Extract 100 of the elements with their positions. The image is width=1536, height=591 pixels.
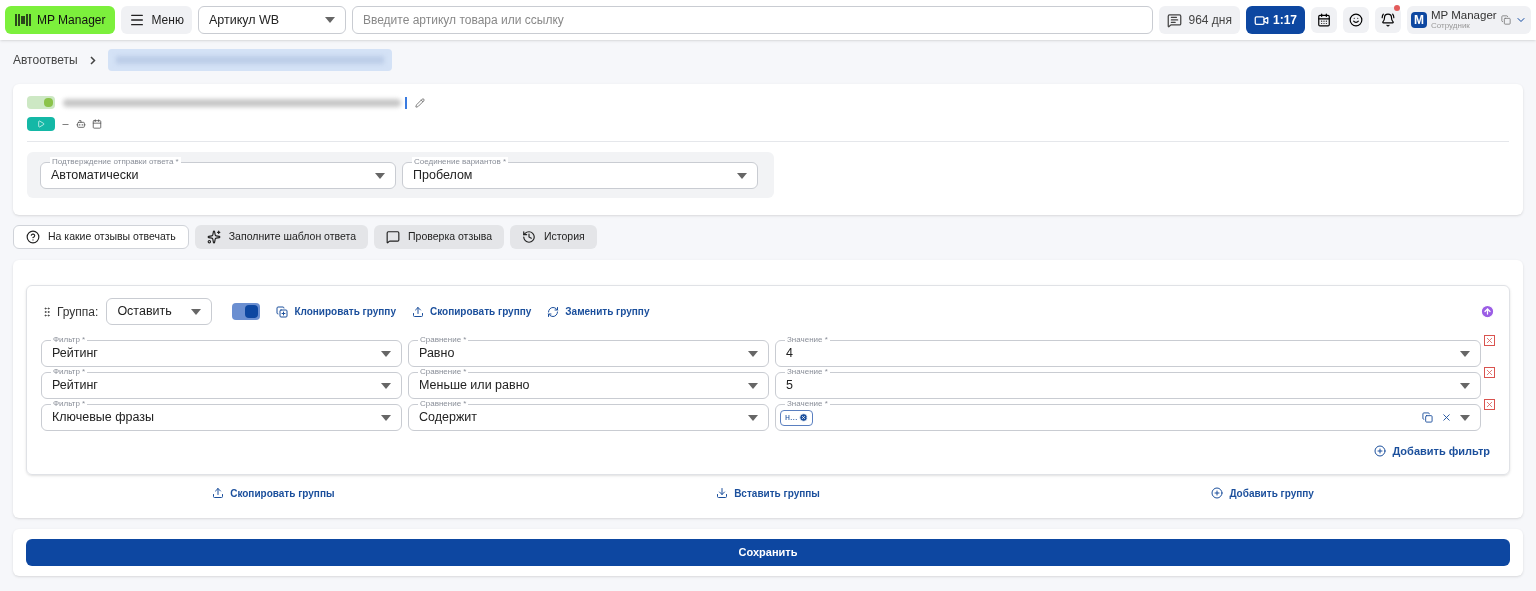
tab[interactable]: Проверка отзыва bbox=[374, 225, 505, 249]
group-action-button[interactable]: Вставить группы bbox=[716, 485, 820, 501]
field-value: Содержит bbox=[419, 409, 478, 427]
field-label: Подтверждение отправки ответа * bbox=[50, 157, 181, 166]
download-icon bbox=[716, 487, 729, 499]
caret-icon bbox=[191, 308, 202, 315]
emoji-button[interactable] bbox=[1343, 7, 1369, 33]
select-field[interactable]: Оставить bbox=[106, 298, 213, 325]
toggle-switch[interactable] bbox=[27, 96, 55, 109]
comment-icon bbox=[386, 230, 400, 244]
user-avatar: M bbox=[1411, 12, 1427, 28]
field-label: Сравнение * bbox=[418, 399, 469, 408]
close-icon bbox=[1485, 368, 1494, 377]
group-action-button[interactable]: Скопировать группу bbox=[411, 304, 532, 319]
copy-icon[interactable] bbox=[1422, 412, 1433, 423]
field-value: 4 bbox=[786, 345, 794, 363]
caret-icon bbox=[748, 350, 758, 357]
caret-icon bbox=[748, 382, 758, 389]
drag-handle-icon[interactable] bbox=[41, 305, 53, 318]
search-field[interactable]: Введите артикул товара или ссылку bbox=[351, 6, 1154, 34]
field-value: Автоматически bbox=[51, 167, 140, 185]
tab[interactable]: Заполните шаблон ответа bbox=[194, 225, 368, 249]
user-name: MP Manager bbox=[1431, 10, 1497, 22]
comment-icon bbox=[1167, 12, 1183, 28]
smiley-icon bbox=[1349, 13, 1363, 27]
logo-button[interactable]: MP Manager bbox=[5, 6, 116, 34]
scroll-up-icon[interactable] bbox=[1480, 304, 1495, 319]
field-label: Значение * bbox=[785, 335, 830, 344]
upload-icon bbox=[212, 487, 225, 499]
caret-icon bbox=[1460, 382, 1470, 389]
field-value: Равно bbox=[419, 345, 456, 363]
clone-icon bbox=[276, 305, 289, 318]
select-field[interactable]: Артикул WB bbox=[197, 6, 346, 34]
field-label: Значение * bbox=[785, 399, 830, 408]
robot-icon bbox=[76, 119, 86, 129]
delete-filter-button[interactable] bbox=[1484, 335, 1495, 346]
calendar-icon bbox=[92, 119, 102, 129]
delete-filter-button[interactable] bbox=[1484, 367, 1495, 378]
copy-icon bbox=[1500, 15, 1511, 25]
field-value: Оставить bbox=[117, 303, 173, 321]
remove-chip-icon[interactable] bbox=[799, 413, 809, 422]
calendar-button[interactable] bbox=[1311, 7, 1337, 33]
close-icon bbox=[1485, 400, 1494, 409]
question-icon bbox=[26, 230, 40, 244]
group-action-button[interactable]: Клонировать группу bbox=[276, 304, 396, 319]
caret-icon bbox=[1460, 350, 1470, 357]
field-label: Фильтр * bbox=[51, 399, 88, 408]
caret-icon bbox=[381, 414, 391, 421]
field-value: Рейтинг bbox=[52, 345, 99, 363]
caret-icon bbox=[1460, 414, 1470, 421]
chevron-right-icon bbox=[89, 55, 96, 65]
barcode-icon bbox=[15, 13, 31, 27]
delete-filter-button[interactable] bbox=[1484, 399, 1495, 410]
breadcrumb-link[interactable]: Автоответы bbox=[13, 51, 78, 69]
sync-icon bbox=[547, 305, 560, 318]
field-value: Пробелом bbox=[413, 167, 474, 185]
field-label: Сравнение * bbox=[418, 367, 469, 376]
group-action-button[interactable]: Добавить группу bbox=[1211, 485, 1314, 501]
field-value: Меньше или равно bbox=[419, 377, 531, 395]
menu-icon bbox=[129, 12, 146, 28]
clear-icon[interactable] bbox=[1441, 412, 1452, 423]
search-input[interactable]: Введите артикул товара или ссылку bbox=[362, 11, 1143, 29]
field-value: Рейтинг bbox=[52, 377, 99, 395]
pencil-icon bbox=[415, 97, 425, 108]
user-role: Сотрудник bbox=[1431, 21, 1470, 30]
upload-icon bbox=[411, 305, 424, 318]
caret-icon bbox=[381, 382, 391, 389]
add-filter-button[interactable]: Добавить фильтр bbox=[1374, 443, 1490, 460]
caret-icon bbox=[748, 414, 758, 421]
caret-icon bbox=[324, 17, 335, 23]
bell-icon bbox=[1381, 13, 1395, 27]
plus-icon bbox=[1374, 445, 1387, 458]
field-label: Фильтр * bbox=[51, 367, 88, 376]
field-value: Артикул WB bbox=[208, 11, 281, 29]
field-value: Ключевые фразы bbox=[52, 409, 155, 427]
video-button[interactable]: 1:17 bbox=[1245, 6, 1305, 34]
tab[interactable]: На какие отзывы отвечать bbox=[13, 225, 189, 249]
calendar-icon bbox=[1317, 13, 1331, 27]
history-icon bbox=[522, 230, 537, 244]
field-label: Фильтр * bbox=[51, 335, 88, 344]
group-label: Группа: bbox=[57, 303, 99, 321]
field-label: Сравнение * bbox=[418, 335, 469, 344]
chip[interactable]: н... bbox=[780, 409, 814, 426]
subscription-button[interactable]: 964 дня bbox=[1159, 6, 1240, 34]
plus-icon bbox=[1211, 487, 1224, 499]
field-label: Соединение вариантов * bbox=[412, 157, 509, 166]
tab[interactable]: История bbox=[510, 225, 597, 249]
field-label: Значение * bbox=[785, 367, 830, 376]
field-value: 5 bbox=[786, 377, 794, 395]
save-button[interactable]: Сохранить bbox=[26, 539, 1510, 566]
group-action-button[interactable]: Заменить группу bbox=[547, 304, 650, 319]
close-icon bbox=[1485, 336, 1494, 345]
sparkle-icon bbox=[206, 230, 221, 244]
group-action-button[interactable]: Скопировать группы bbox=[212, 485, 335, 501]
notification-button[interactable] bbox=[1375, 7, 1401, 33]
caret-icon bbox=[375, 172, 385, 179]
toggle-switch[interactable] bbox=[232, 303, 261, 320]
menu-button[interactable]: Меню bbox=[121, 6, 192, 34]
play-badge bbox=[27, 117, 55, 131]
caret-icon bbox=[737, 172, 747, 179]
